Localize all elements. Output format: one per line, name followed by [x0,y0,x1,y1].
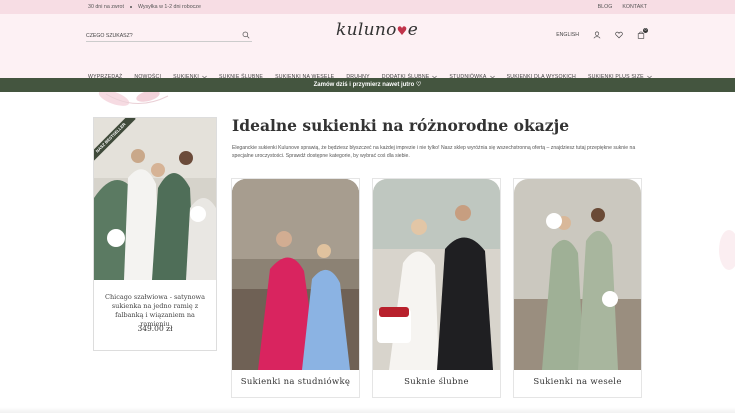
shipping-info: Wysyłka w 1-2 dni robocze [137,4,201,10]
cart-count-badge: 0 [643,28,648,33]
product-card[interactable]: NASZ BESTSELLER Chicago szałwiowa - saty… [93,117,217,351]
returns-info: 30 dni na zwrot [88,4,124,10]
heart-wishlist-icon[interactable] [615,31,623,39]
separator-dot [129,6,132,8]
blog-link[interactable]: BLOG [598,4,613,10]
category-card-wedding-dresses[interactable]: Suknie ślubne [372,178,501,398]
category-image[interactable] [514,179,641,370]
language-switch[interactable]: ENGLISH [556,32,579,38]
search-placeholder: CZEGO SZUKASZ? [86,33,133,39]
top-info-bar: 30 dni na zwrot Wysyłka w 1-2 dni robocz… [0,0,735,14]
category-card-wedding-guest[interactable]: Sukienki na wesele [513,178,642,398]
category-photo [373,179,500,370]
contact-link[interactable]: KONTAKT [622,4,647,10]
category-image[interactable] [373,179,500,370]
floral-decoration [98,92,169,106]
search-input[interactable]: CZEGO SZUKASZ? [86,30,252,42]
heart-icon: ♥ [396,24,408,38]
user-icon[interactable] [593,31,601,39]
search-icon[interactable] [242,31,250,39]
logo-text: kuluno [336,20,397,40]
promo-banner: Zamów dziś i przymierz nawet jutro ♡ [0,78,735,92]
category-image[interactable] [232,179,359,370]
site-header: CZEGO SZUKASZ? kuluno♥e ENGLISH 0 WYPRZE… [0,14,735,80]
section-description: Eleganckie sukienki Kulunove sprawią, że… [232,145,636,159]
cart-button[interactable]: 0 [637,28,648,39]
category-label[interactable]: Sukienki na studniówkę [232,377,359,387]
product-price: 349.00 zł [137,324,173,333]
bottom-shadow [0,407,735,413]
category-photo [514,179,641,370]
category-label[interactable]: Suknie ślubne [373,377,500,387]
logo-text-tail: e [407,20,419,40]
product-image[interactable]: NASZ BESTSELLER [94,118,216,280]
section-heading: Idealne sukienki na różnorodne okazje [232,116,570,135]
category-photo [232,179,359,370]
floral-decoration-right [719,230,735,270]
logo[interactable]: kuluno♥e [336,20,418,40]
category-label[interactable]: Sukienki na wesele [514,377,641,387]
category-card-prom[interactable]: Sukienki na studniówkę [231,178,360,398]
